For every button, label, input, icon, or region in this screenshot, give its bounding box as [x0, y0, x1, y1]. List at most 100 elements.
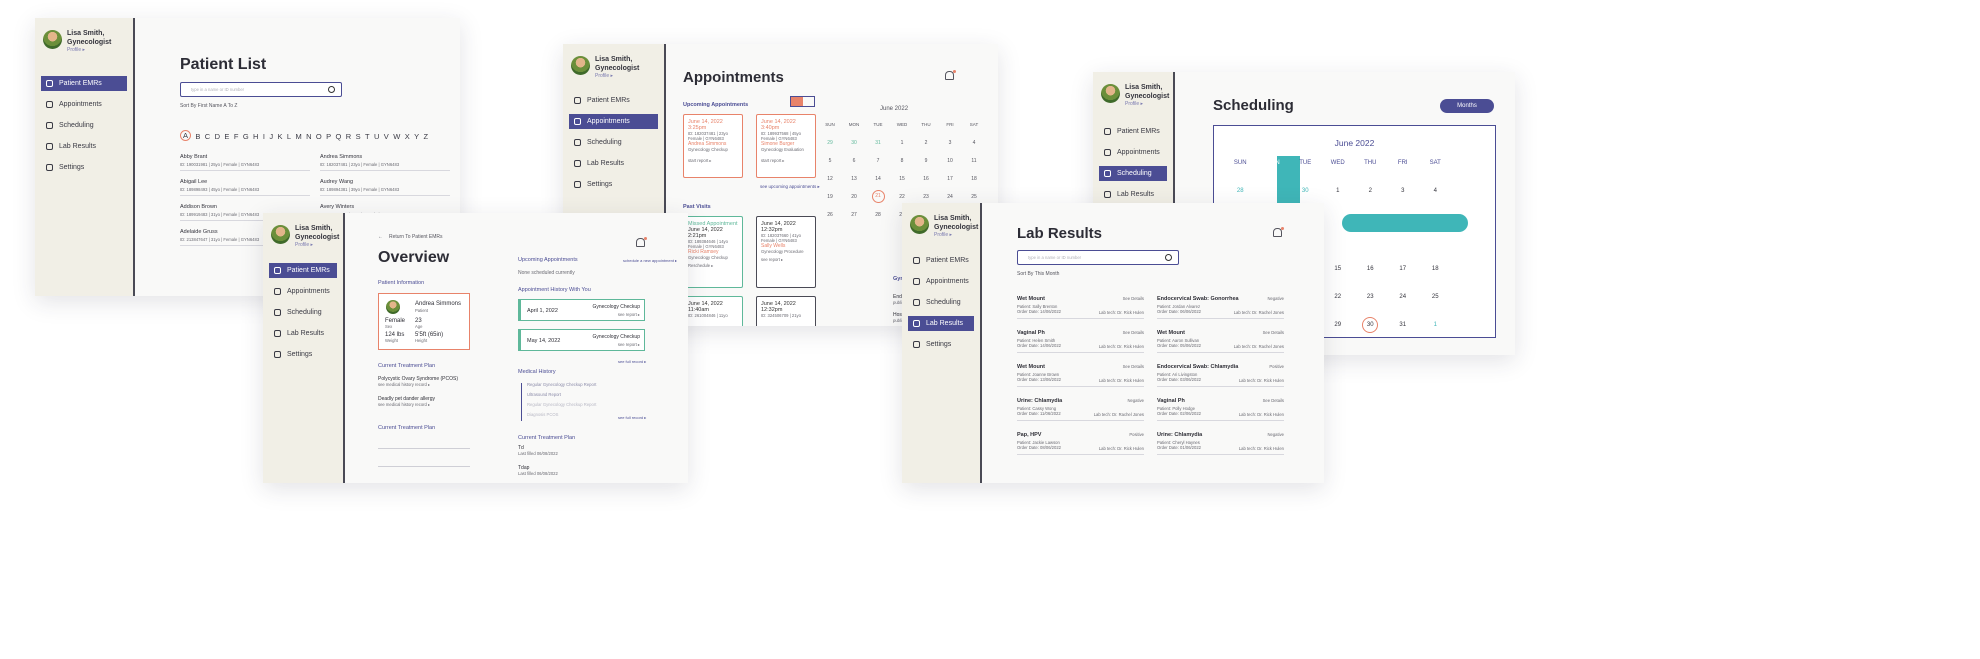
search-icon[interactable]: [328, 86, 335, 93]
calendar-day[interactable]: 17: [938, 176, 962, 182]
past-visit-card[interactable]: Missed Appointment June 14, 2022 2:21pm …: [683, 216, 743, 288]
calendar-day[interactable]: 10: [938, 158, 962, 164]
back-link[interactable]: ← Return To Patient EMRs: [378, 234, 443, 240]
letter-u[interactable]: U: [374, 132, 379, 141]
lab-result-row[interactable]: Urine: Chlamydia Negative Patient: Cassy…: [1017, 398, 1144, 421]
past-visit-card[interactable]: June 14, 2022 11:40am ID: 261004846 | 11…: [683, 296, 743, 326]
sidebar-item-settings[interactable]: Settings: [269, 347, 337, 362]
letter-d[interactable]: D: [215, 132, 220, 141]
calendar-day[interactable]: 24: [1387, 294, 1420, 300]
calendar-day[interactable]: 1: [1419, 322, 1452, 328]
calendar-day[interactable]: 25: [962, 194, 986, 200]
calendar-day[interactable]: 2: [1354, 188, 1387, 194]
see-full-link-2[interactable]: see full record ▸: [618, 415, 646, 420]
history-item[interactable]: Regular Gynecology Checkup Report: [527, 382, 596, 387]
bell-icon[interactable]: [636, 237, 647, 247]
search-icon[interactable]: [1165, 254, 1172, 261]
sidebar-item-lab-results[interactable]: Lab Results: [269, 326, 337, 341]
calendar-day[interactable]: 29: [1322, 322, 1355, 328]
calendar-day[interactable]: 1: [890, 140, 914, 146]
lab-result-row[interactable]: Wet Mount See Details Patient: Aaron Sul…: [1157, 330, 1284, 353]
calendar-day[interactable]: 28: [1224, 188, 1257, 194]
condition-item[interactable]: Polycystic Ovary Syndrome (PCOS) see medi…: [378, 376, 458, 387]
bell-icon[interactable]: [1273, 227, 1284, 237]
lab-result-row[interactable]: Vaginal Ph See Details Patient: Polly Ho…: [1157, 398, 1284, 421]
calendar-day[interactable]: 15: [1322, 266, 1355, 272]
sidebar-item-patient-emrs[interactable]: Patient EMRs: [41, 76, 127, 91]
calendar-day[interactable]: 9: [914, 158, 938, 164]
see-upcoming-link[interactable]: see upcoming appointments ▸: [760, 184, 820, 190]
calendar-day[interactable]: 16: [914, 176, 938, 182]
patient-row[interactable]: Abigail Lee ID: 189898493 | 45yo | Femal…: [180, 179, 310, 196]
letter-b[interactable]: B: [195, 132, 200, 141]
search-input[interactable]: type in a name or ID number: [180, 82, 342, 97]
calendar-view-icon[interactable]: [791, 97, 803, 106]
calendar-day[interactable]: 12: [818, 176, 842, 182]
calendar-day[interactable]: 18: [962, 176, 986, 182]
calendar-day[interactable]: 25: [1419, 294, 1452, 300]
calendar-day[interactable]: 5: [818, 158, 842, 164]
calendar-day[interactable]: 2: [914, 140, 938, 146]
calendar-day[interactable]: 4: [1419, 188, 1452, 194]
calendar-day[interactable]: 14: [866, 176, 890, 182]
sidebar-item-settings[interactable]: Settings: [908, 337, 974, 352]
past-visit-card[interactable]: June 14, 2022 12:32pm ID: 324506709 | 21…: [756, 296, 816, 326]
sidebar-item-scheduling[interactable]: Scheduling: [569, 135, 658, 150]
profile-link[interactable]: Profile ▸: [934, 232, 978, 238]
calendar-day[interactable]: 22: [1322, 294, 1355, 300]
letter-a[interactable]: A: [180, 130, 191, 141]
patient-row[interactable]: Audrey Wang ID: 189894381 | 39yo | Femal…: [320, 179, 450, 196]
sidebar-item-appointments[interactable]: Appointments: [1099, 145, 1167, 160]
calendar-day[interactable]: 21: [871, 190, 885, 203]
calendar-day[interactable]: 31: [1387, 322, 1420, 328]
calendar-day[interactable]: 30: [1362, 317, 1379, 333]
sort-control[interactable]: Sort By This Month: [1017, 271, 1059, 277]
sidebar-item-appointments[interactable]: Appointments: [269, 284, 337, 299]
view-toggle[interactable]: [790, 96, 815, 107]
letter-g[interactable]: G: [243, 132, 249, 141]
sidebar-item-appointments[interactable]: Appointments: [41, 97, 127, 112]
calendar-day[interactable]: 8: [1322, 238, 1355, 244]
calendar-day[interactable]: 30: [842, 140, 866, 146]
letter-x[interactable]: X: [405, 132, 410, 141]
letter-z[interactable]: Z: [424, 132, 429, 141]
calendar-day[interactable]: 19: [818, 194, 842, 200]
lab-result-row[interactable]: Wet Mount See Details Patient: Sally Bre…: [1017, 296, 1144, 319]
letter-f[interactable]: F: [234, 132, 239, 141]
past-visit-card[interactable]: June 14, 2022 12:32pm ID: 182037660 | 41…: [756, 216, 816, 288]
letter-w[interactable]: W: [393, 132, 400, 141]
letter-l[interactable]: L: [287, 132, 291, 141]
list-view-icon[interactable]: [803, 97, 815, 106]
calendar-day[interactable]: 6: [842, 158, 866, 164]
calendar-day[interactable]: 3: [938, 140, 962, 146]
upcoming-card[interactable]: June 14, 2022 3:25pm ID: 182037481 | 23y…: [683, 114, 743, 178]
sidebar-item-scheduling[interactable]: Scheduling: [269, 305, 337, 320]
letter-p[interactable]: P: [326, 132, 331, 141]
letter-n[interactable]: N: [306, 132, 311, 141]
history-item[interactable]: Diagnosis PCOS: [527, 412, 558, 417]
calendar-day[interactable]: 3: [1387, 188, 1420, 194]
calendar-day[interactable]: 20: [842, 194, 866, 200]
letter-k[interactable]: K: [277, 132, 282, 141]
sidebar-item-settings[interactable]: Settings: [41, 160, 127, 175]
lab-result-row[interactable]: Urine: Chlamydia Negative Patient: Chery…: [1157, 432, 1284, 455]
history-item[interactable]: Regular Gynecology Checkup Report: [527, 402, 596, 407]
sidebar-item-appointments[interactable]: Appointments: [569, 114, 658, 129]
calendar-day[interactable]: 26: [818, 212, 842, 218]
sidebar-item-lab-results[interactable]: Lab Results: [908, 316, 974, 331]
calendar-day[interactable]: 28: [866, 212, 890, 218]
see-full-link[interactable]: see full record ▸: [618, 359, 646, 364]
profile[interactable]: Lisa Smith, Gynecologist Profile ▸: [1101, 84, 1169, 107]
calendar-day[interactable]: 22: [890, 194, 914, 200]
visit-card[interactable]: April 1, 2022 Gynecology Checkup see rep…: [518, 299, 645, 321]
lab-result-row[interactable]: Vaginal Ph See Details Patient: Helen Sm…: [1017, 330, 1144, 353]
search-input[interactable]: type in a name or ID number: [1017, 250, 1179, 265]
calendar-day[interactable]: 29: [1257, 188, 1290, 194]
calendar-day[interactable]: 10: [1387, 238, 1420, 244]
calendar-day[interactable]: 8: [890, 158, 914, 164]
letter-y[interactable]: Y: [414, 132, 419, 141]
profile[interactable]: Lisa Smith, Gynecologist Profile ▸: [571, 56, 639, 79]
sidebar-item-lab-results[interactable]: Lab Results: [1099, 187, 1167, 202]
sidebar-item-patient-emrs[interactable]: Patient EMRs: [269, 263, 337, 278]
visit-card[interactable]: May 14, 2022 Gynecology Checkup see repo…: [518, 329, 645, 351]
